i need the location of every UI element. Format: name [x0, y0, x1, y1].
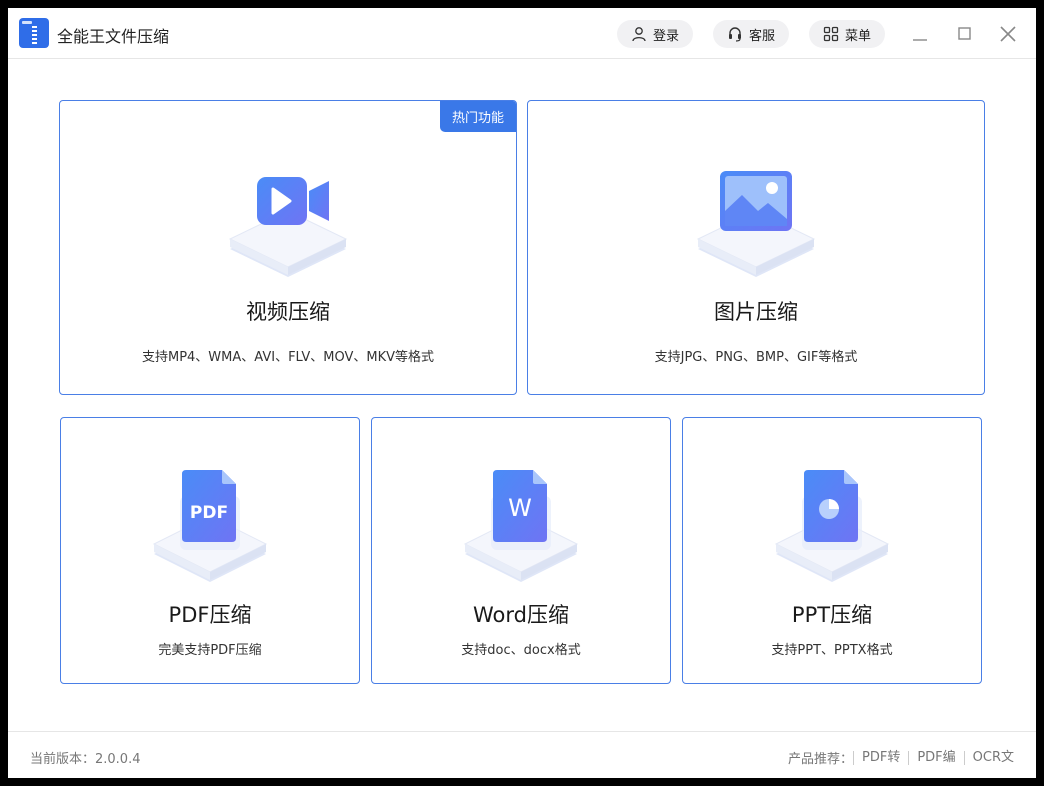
footer-bar: 当前版本：2.0.0.4 产品推荐： PDF转 PDF编 OCR文 — [8, 731, 1036, 778]
image-card-desc: 支持JPG、PNG、BMP、GIF等格式 — [654, 350, 858, 365]
zip-file-icon — [19, 18, 49, 48]
pdf-card-desc: 完美支持PDF压缩 — [158, 643, 262, 658]
app-title: 全能王文件压缩 — [57, 27, 170, 46]
image-icon — [696, 171, 816, 277]
menu-label: 菜单 — [844, 28, 871, 44]
recommend-label: 产品推荐： — [787, 752, 853, 767]
product-link-pdf-convert[interactable]: PDF转 — [853, 750, 908, 765]
service-label: 客服 — [748, 28, 775, 44]
pdf-card-title: PDF压缩 — [168, 603, 252, 627]
video-compress-card[interactable]: 热门功能 视频压缩 支持MP4、WMA、AVI、FLV、MOV、MKV等格式 — [59, 100, 517, 395]
grid-menu-icon — [823, 26, 839, 42]
title-bar: 全能王文件压缩 登录 客服 菜单 — [8, 8, 1036, 59]
word-compress-card[interactable]: W Word压缩 支持doc、docx格式 — [371, 417, 671, 684]
word-icon-text: W — [508, 494, 532, 522]
word-card-desc: 支持doc、docx格式 — [461, 643, 581, 658]
pdf-file-icon: PDF — [152, 470, 268, 582]
video-card-desc: 支持MP4、WMA、AVI、FLV、MOV、MKV等格式 — [141, 350, 434, 365]
video-card-title: 视频压缩 — [246, 300, 330, 324]
ppt-compress-card[interactable]: PPT压缩 支持PPT、PPTX格式 — [682, 417, 982, 684]
app-window: 全能王文件压缩 登录 客服 菜单 热门功能 视频压缩 支持MP4、WMA、AVI… — [8, 8, 1036, 778]
product-link-ocr[interactable]: OCR文 — [963, 750, 1014, 765]
ppt-file-icon — [774, 470, 890, 582]
customer-service-button[interactable]: 客服 — [713, 20, 789, 48]
close-icon[interactable] — [996, 22, 1020, 46]
pdf-compress-card[interactable]: PDF PDF压缩 完美支持PDF压缩 — [60, 417, 360, 684]
hot-feature-badge: 热门功能 — [440, 101, 516, 132]
word-file-icon: W — [463, 470, 579, 582]
login-label: 登录 — [652, 28, 679, 44]
image-card-title: 图片压缩 — [714, 300, 798, 324]
image-compress-card[interactable]: 图片压缩 支持JPG、PNG、BMP、GIF等格式 — [527, 100, 985, 395]
word-card-title: Word压缩 — [473, 603, 569, 627]
product-link-pdf-edit[interactable]: PDF编 — [908, 750, 963, 765]
ppt-card-desc: 支持PPT、PPTX格式 — [771, 643, 893, 658]
login-button[interactable]: 登录 — [617, 20, 693, 48]
version-text: 当前版本：2.0.0.4 — [30, 752, 141, 767]
menu-button[interactable]: 菜单 — [809, 20, 885, 48]
minimize-icon[interactable] — [908, 22, 932, 46]
product-recommendation: 产品推荐： PDF转 PDF编 OCR文 — [788, 748, 1014, 767]
pdf-icon-text: PDF — [190, 503, 228, 523]
ppt-card-title: PPT压缩 — [791, 603, 873, 627]
user-icon — [632, 27, 646, 42]
maximize-icon[interactable] — [953, 22, 977, 46]
headset-icon — [728, 27, 741, 42]
video-camera-icon — [228, 177, 348, 277]
